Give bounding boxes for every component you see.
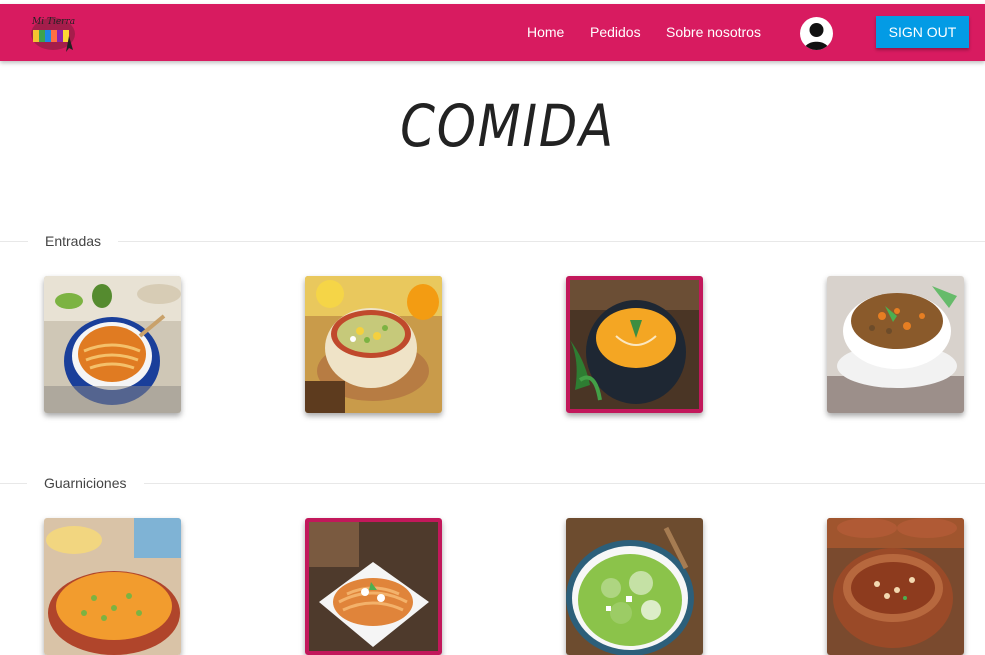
section-divider [0,241,985,242]
user-silhouette-icon [804,23,829,50]
food-card-noodle-soup[interactable] [44,276,181,413]
navbar: Mi Tierra Home Pedidos Sobre nosotros SI… [0,4,985,61]
nav-pedidos-link[interactable]: Pedidos [590,24,641,40]
pumpkin-cream-soup-image [570,280,699,409]
user-avatar[interactable] [800,17,833,50]
nav-home-link[interactable]: Home [527,24,564,40]
food-card-green-salad[interactable] [566,518,703,655]
spaghetti-image [309,522,438,651]
brand-logo[interactable]: Mi Tierra [27,10,79,56]
sign-out-button[interactable]: SIGN OUT [876,16,969,48]
section-label-entradas: Entradas [28,233,119,249]
mexican-rice-image [44,518,181,655]
bean-stew-image [827,518,964,655]
food-card-bean-stew[interactable] [827,518,964,655]
food-card-spaghetti[interactable] [305,518,442,655]
food-card-lentil-soup[interactable] [827,276,964,413]
food-card-mexican-rice[interactable] [44,518,181,655]
green-salad-image [566,518,703,655]
svg-text:Mi Tierra: Mi Tierra [31,17,75,27]
lentil-soup-image [827,276,964,413]
page-title: COMIDA [400,92,615,160]
nav-sobre-nosotros-link[interactable]: Sobre nosotros [666,24,761,40]
section-label-guarniciones: Guarniciones [27,475,144,491]
food-card-pumpkin-cream-soup[interactable] [566,276,703,413]
vegetable-soup-image [305,276,442,413]
section-divider [0,483,985,484]
food-card-vegetable-soup[interactable] [305,276,442,413]
noodle-soup-image [44,276,181,413]
